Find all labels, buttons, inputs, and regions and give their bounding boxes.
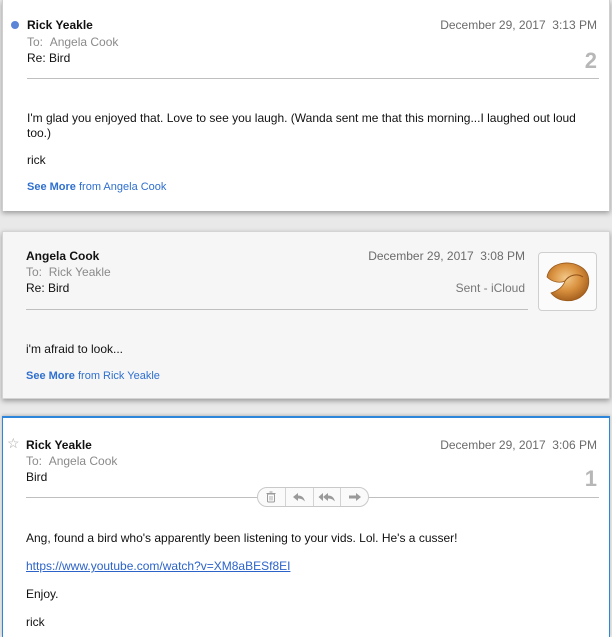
message-action-toolbar	[257, 487, 369, 507]
reply-button[interactable]	[286, 488, 314, 506]
reply-all-icon	[318, 493, 335, 502]
message-card-3[interactable]: ☆ Rick Yeakle To: Angela Cook Bird Decem…	[2, 416, 610, 637]
message-card-2[interactable]: Angela Cook To: Rick Yeakle Re: Bird Dec…	[2, 231, 610, 399]
reply-all-button[interactable]	[314, 488, 342, 506]
see-more-from[interactable]: from Angela Cook	[79, 181, 166, 193]
message-card-1[interactable]: Rick Yeakle To: Angela Cook Re: Bird Dec…	[2, 0, 610, 211]
trash-icon	[266, 491, 276, 503]
message-date: December 29, 2017 3:06 PM	[440, 438, 597, 452]
recipient-line: To: Angela Cook	[27, 35, 118, 49]
message-body-line: I'm glad you enjoyed that. Love to see y…	[27, 111, 576, 140]
unread-dot-icon	[11, 21, 19, 29]
subject: Bird	[26, 470, 48, 484]
see-more-link[interactable]: See More from Rick Yeakle	[26, 370, 160, 382]
see-more-link[interactable]: See More from Angela Cook	[27, 181, 166, 193]
sender-name[interactable]: Rick Yeakle	[27, 18, 93, 32]
avatar	[538, 252, 597, 311]
recipient-name[interactable]: Rick Yeakle	[49, 265, 111, 279]
time-text: 3:13 PM	[552, 18, 597, 32]
date-text: December 29, 2017	[368, 249, 474, 263]
time-text: 3:08 PM	[480, 249, 525, 263]
date-text: December 29, 2017	[440, 438, 546, 452]
time-text: 3:06 PM	[552, 438, 597, 452]
message-body-line: i'm afraid to look...	[26, 342, 123, 356]
header-divider-right	[369, 497, 599, 498]
youtube-link[interactable]: https://www.youtube.com/watch?v=XM8aBESf…	[26, 559, 290, 573]
recipient-line: To: Angela Cook	[26, 454, 117, 468]
see-more-label[interactable]: See More	[26, 370, 75, 382]
reply-icon	[293, 493, 306, 502]
message-signature: rick	[26, 615, 45, 629]
see-more-from[interactable]: from Rick Yeakle	[78, 370, 160, 382]
message-date: December 29, 2017 3:08 PM	[368, 249, 525, 263]
thread-count: 1	[584, 466, 597, 491]
forward-button[interactable]	[341, 488, 368, 506]
message-date: December 29, 2017 3:13 PM	[440, 18, 597, 32]
message-body-line: Ang, found a bird who's apparently been …	[26, 531, 458, 545]
subject: Re: Bird	[27, 51, 71, 65]
to-label: To:	[26, 265, 43, 279]
message-signature: rick	[27, 153, 46, 167]
recipient-line: To: Rick Yeakle	[26, 265, 111, 279]
sender-name[interactable]: Rick Yeakle	[26, 438, 92, 452]
message-body-line-2: Enjoy.	[26, 587, 59, 601]
recipient-name[interactable]: Angela Cook	[49, 454, 118, 468]
delete-button[interactable]	[258, 488, 286, 506]
see-more-label[interactable]: See More	[27, 181, 76, 193]
star-icon[interactable]: ☆	[7, 435, 20, 452]
date-text: December 29, 2017	[440, 18, 546, 32]
forward-icon	[348, 493, 361, 501]
sender-name[interactable]: Angela Cook	[26, 249, 99, 263]
to-label: To:	[26, 454, 43, 468]
fortune-cookie-icon	[546, 262, 590, 302]
header-divider	[27, 78, 599, 79]
to-label: To:	[27, 35, 44, 49]
thread-count: 2	[584, 48, 597, 73]
subject: Re: Bird	[26, 281, 70, 295]
header-divider	[26, 309, 528, 310]
header-divider-left	[26, 497, 257, 498]
mailbox-label: Sent - iCloud	[455, 281, 525, 295]
recipient-name[interactable]: Angela Cook	[50, 35, 119, 49]
